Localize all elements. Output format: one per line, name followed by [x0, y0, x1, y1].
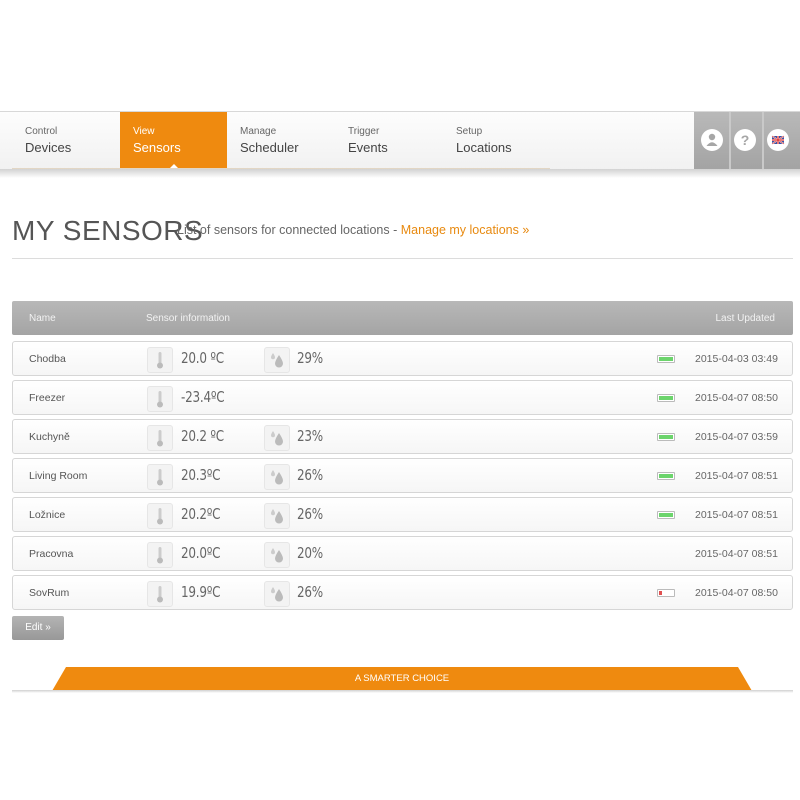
sensor-name: SovRum: [29, 587, 70, 599]
nav-tab-label: Devices: [25, 140, 72, 155]
temperature-value: 19.9ºC: [181, 583, 221, 601]
thermometer-icon: [147, 347, 173, 373]
sensor-name: Living Room: [29, 470, 88, 482]
nav-tab-caption: Manage: [240, 126, 277, 137]
nav-tab-sensors[interactable]: View Sensors: [120, 112, 227, 171]
battery-icon: [657, 511, 675, 519]
footer-banner: A SMARTER CHOICE: [52, 667, 752, 691]
humidity-value: 20%: [297, 544, 323, 562]
sensor-name: Kuchyně: [29, 431, 70, 443]
thermometer-icon: [147, 503, 173, 529]
nav-tab-caption: View: [133, 126, 155, 137]
footer-tagline: A SMARTER CHOICE: [354, 673, 450, 684]
thermometer-icon: [147, 581, 173, 607]
subtitle-text: List of sensors for connected locations …: [177, 223, 398, 237]
battery-icon: [657, 589, 675, 597]
humidity-icon: [264, 503, 290, 529]
nav-tab-scheduler[interactable]: Manage Scheduler: [227, 112, 334, 170]
footer-divider: [12, 690, 793, 693]
nav-tab-caption: Control: [25, 126, 58, 137]
battery-icon: [657, 472, 675, 480]
temperature-value: 20.2 ºC: [181, 427, 224, 445]
edit-button[interactable]: Edit »: [12, 616, 64, 640]
battery-level: [659, 357, 673, 361]
user-icon[interactable]: [701, 129, 723, 151]
battery-level: [659, 474, 673, 478]
sensor-name: Pracovna: [29, 548, 74, 560]
nav-tab-label: Locations: [456, 140, 512, 155]
last-updated: 2015-04-03 03:49: [695, 353, 778, 365]
thermometer-icon: [147, 464, 173, 490]
temperature-value: 20.0 ºC: [181, 349, 224, 367]
battery-icon: [657, 433, 675, 441]
temperature-value: 20.2ºC: [181, 505, 221, 523]
table-row[interactable]: SovRum 19.9ºC 26% 2015-04-07 08:50: [12, 575, 793, 610]
battery-icon: [657, 394, 675, 402]
thermometer-icon: [147, 386, 173, 412]
manage-locations-link[interactable]: Manage my locations »: [401, 223, 530, 237]
last-updated: 2015-04-07 08:50: [695, 392, 778, 404]
sensor-name: Freezer: [29, 392, 66, 404]
humidity-icon: [264, 542, 290, 568]
table-row[interactable]: Ložnice 20.2ºC 26% 2015-04-07 08:51: [12, 497, 793, 532]
thermometer-icon: [147, 542, 173, 568]
temperature-value: -23.4ºC: [181, 388, 225, 406]
column-header-last-updated: Last Updated: [715, 313, 776, 324]
sensor-name: Chodba: [29, 353, 66, 365]
column-header-name: Name: [29, 313, 56, 324]
humidity-icon: [264, 581, 290, 607]
table-header: Name Sensor information Last Updated: [12, 301, 793, 335]
nav-separator: [729, 112, 731, 170]
table-row[interactable]: Kuchyně 20.2 ºC 23% 2015-04-07 03:59: [12, 419, 793, 454]
nav-shadow: [0, 169, 800, 178]
page-title: MY SENSORS: [12, 215, 204, 246]
divider: [12, 258, 793, 259]
last-updated: 2015-04-07 03:59: [695, 431, 778, 443]
table-row[interactable]: Pracovna 20.0ºC 20% 2015-04-07 08:51: [12, 536, 793, 571]
battery-level: [659, 435, 673, 439]
humidity-icon: [264, 347, 290, 373]
column-header-sensor-info: Sensor information: [146, 313, 230, 324]
battery-icon: [657, 355, 675, 363]
nav-tab-devices[interactable]: Control Devices: [12, 112, 119, 170]
help-icon[interactable]: ?: [734, 129, 756, 151]
last-updated: 2015-04-07 08:51: [695, 509, 778, 521]
page-subtitle: List of sensors for connected locations …: [177, 223, 529, 237]
humidity-value: 29%: [297, 349, 323, 367]
humidity-icon: [264, 464, 290, 490]
table-row[interactable]: Chodba 20.0 ºC 29% 2015-04-03 03:49: [12, 341, 793, 376]
humidity-value: 26%: [297, 466, 323, 484]
thermometer-icon: [147, 425, 173, 451]
sensor-name: Ložnice: [29, 509, 66, 521]
battery-level: [659, 513, 673, 517]
humidity-icon: [264, 425, 290, 451]
temperature-value: 20.3ºC: [181, 466, 221, 484]
humidity-value: 23%: [297, 427, 323, 445]
table-row[interactable]: Freezer -23.4ºC 2015-04-07 08:50: [12, 380, 793, 415]
nav-tab-label: Events: [348, 140, 388, 155]
nav-tab-label: Sensors: [133, 140, 181, 155]
nav-tab-caption: Trigger: [348, 126, 380, 137]
svg-text:?: ?: [741, 132, 750, 148]
nav-tab-locations[interactable]: Setup Locations: [443, 112, 550, 170]
nav-tab-caption: Setup: [456, 126, 483, 137]
nav-separator: [762, 112, 764, 170]
humidity-value: 26%: [297, 583, 323, 601]
table-row[interactable]: Living Room 20.3ºC 26% 2015-04-07 08:51: [12, 458, 793, 493]
temperature-value: 20.0ºC: [181, 544, 221, 562]
battery-level: [659, 396, 673, 400]
last-updated: 2015-04-07 08:50: [695, 587, 778, 599]
last-updated: 2015-04-07 08:51: [695, 470, 778, 482]
uk-flag-icon[interactable]: [767, 129, 789, 151]
nav-tab-label: Scheduler: [240, 140, 299, 155]
humidity-value: 26%: [297, 505, 323, 523]
last-updated: 2015-04-07 08:51: [695, 548, 778, 560]
top-nav: Control Devices View Sensors Manage Sche…: [0, 111, 800, 171]
nav-tab-events[interactable]: Trigger Events: [335, 112, 442, 170]
battery-level: [659, 591, 662, 595]
nav-utility-bar: ?: [694, 112, 800, 170]
